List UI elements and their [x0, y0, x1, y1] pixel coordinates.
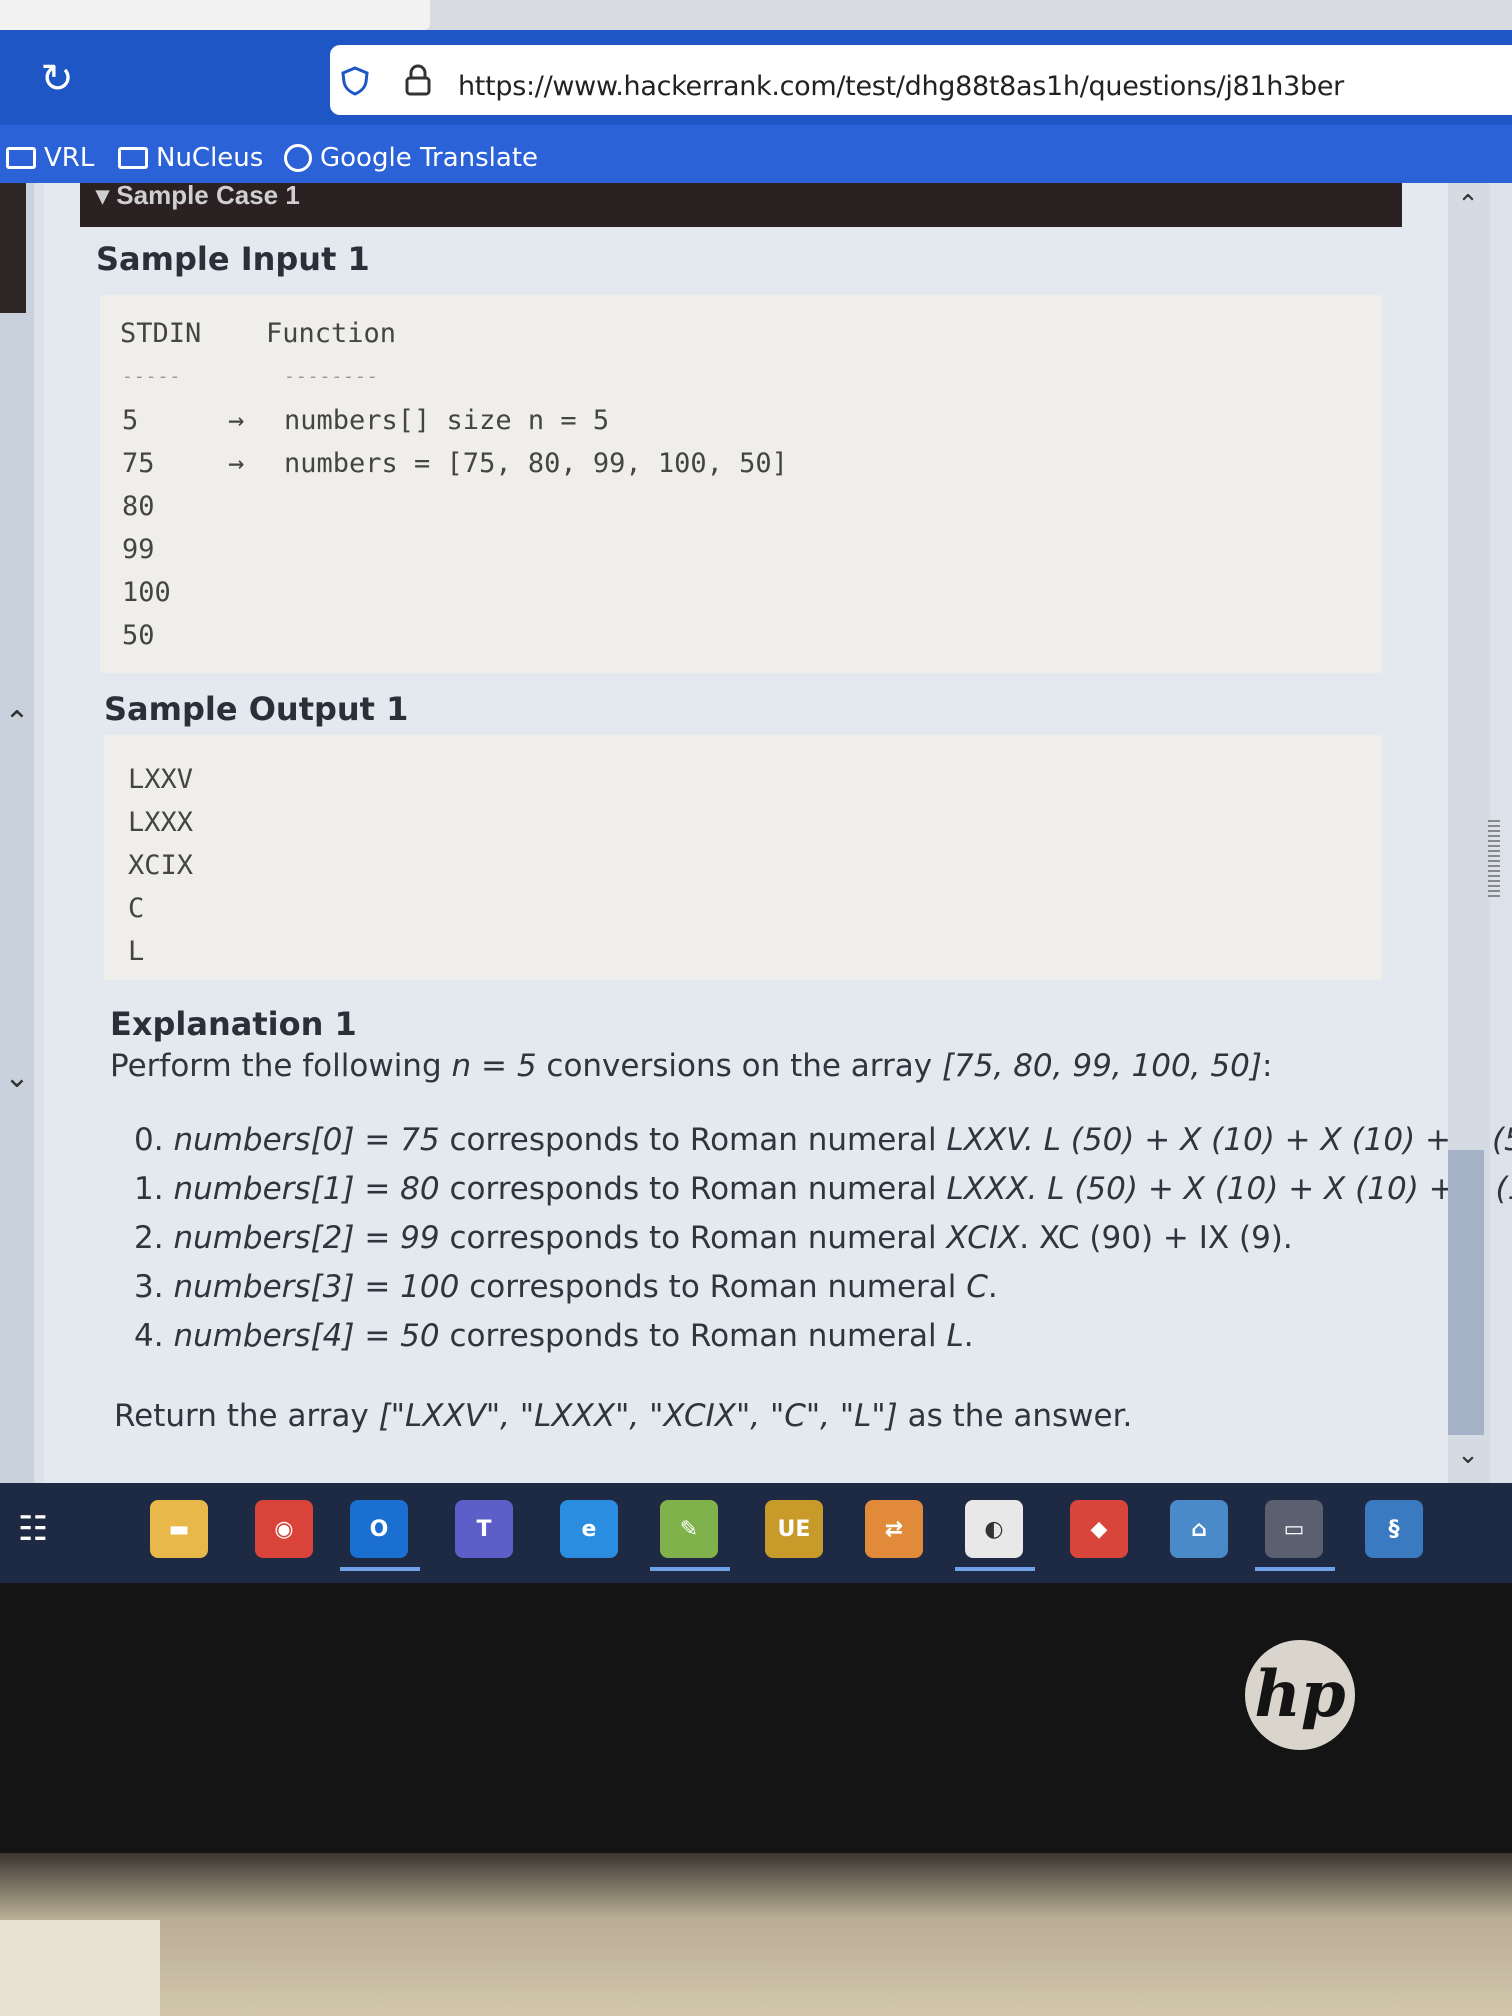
hp-logo: hp — [1245, 1640, 1355, 1750]
task-view-icon[interactable]: ☷ — [4, 1500, 62, 1558]
scrollbar-thumb[interactable] — [1448, 1150, 1484, 1435]
notepad-icon[interactable]: ✎ — [660, 1500, 718, 1558]
teams-icon[interactable]: T — [455, 1500, 513, 1558]
resize-grip[interactable] — [1488, 820, 1500, 900]
explanation-item: 2. numbers[2] = 99 corresponds to Roman … — [134, 1220, 1293, 1256]
arrow-icon: → — [228, 405, 245, 436]
bookmark-label: NuCleus — [156, 143, 264, 173]
function-text: numbers[] size n = 5 — [284, 405, 610, 436]
chevron-down-icon[interactable]: ⌄ — [2, 1060, 32, 1095]
arrow-icon: → — [228, 448, 245, 479]
running-indicator — [650, 1567, 730, 1571]
outlook-icon[interactable]: O — [350, 1500, 408, 1558]
desk-surface — [0, 1920, 160, 2016]
url-text[interactable]: https://www.hackerrank.com/test/dhg88t8a… — [458, 71, 1344, 102]
stdin-value: 75 — [122, 448, 155, 479]
sample-input-heading: Sample Input 1 — [96, 240, 370, 278]
function-dashes: -------- — [284, 366, 379, 387]
running-indicator — [955, 1567, 1035, 1571]
chrome-icon[interactable]: ◉ — [255, 1500, 313, 1558]
reload-icon[interactable]: ↻ — [36, 58, 78, 100]
app-icon[interactable]: ◆ — [1070, 1500, 1128, 1558]
transfer-icon[interactable]: ⇄ — [865, 1500, 923, 1558]
explanation-item: 4. numbers[4] = 50 corresponds to Roman … — [134, 1318, 974, 1354]
function-header: Function — [266, 318, 397, 349]
bookmark-nucleus[interactable]: NuCleus — [118, 140, 263, 176]
explanation-intro: Perform the following n = 5 conversions … — [110, 1048, 1273, 1084]
running-indicator — [340, 1567, 420, 1571]
stdin-dashes: ----- — [122, 366, 182, 387]
network-icon[interactable]: ⌂ — [1170, 1500, 1228, 1558]
chevron-up-icon[interactable]: ⌃ — [2, 705, 32, 740]
stdin-value: 99 — [122, 534, 155, 565]
lock-icon[interactable] — [405, 64, 431, 96]
explanation-item: 3. numbers[3] = 100 corresponds to Roman… — [134, 1269, 998, 1305]
bookmark-label: VRL — [44, 143, 95, 173]
bookmark-vrl[interactable]: VRL — [6, 140, 94, 176]
sample-input-box — [100, 295, 1382, 673]
stdin-value: 100 — [122, 577, 171, 608]
return-statement: Return the array ["LXXV", "LXXX", "XCIX"… — [114, 1398, 1133, 1434]
scroll-up-icon[interactable]: ⌃ — [1452, 190, 1484, 220]
explanation-item: 1. numbers[1] = 80 corresponds to Roman … — [134, 1171, 1512, 1207]
browser-tab[interactable] — [0, 0, 430, 30]
output-line: XCIX — [128, 850, 194, 881]
folder-icon — [118, 147, 148, 169]
laptop-body — [0, 1853, 1512, 2016]
output-line: L — [128, 936, 145, 967]
shield-icon[interactable] — [340, 66, 370, 96]
explanation-heading: Explanation 1 — [110, 1005, 357, 1043]
sample-output-box — [104, 735, 1382, 980]
browser-app-icon[interactable]: ◐ — [965, 1500, 1023, 1558]
bookmark-label: Google Translate — [320, 143, 539, 173]
stdin-value: 50 — [122, 620, 155, 651]
left-panel-edge — [0, 183, 34, 1493]
explanation-item: 0. numbers[0] = 75 corresponds to Roman … — [134, 1122, 1512, 1158]
output-line: LXXV — [128, 764, 194, 795]
scroll-down-icon[interactable]: ⌄ — [1452, 1440, 1484, 1470]
left-panel-dark — [0, 183, 26, 313]
stdin-value: 80 — [122, 491, 155, 522]
stdin-value: 5 — [122, 405, 139, 436]
function-text: numbers = [75, 80, 99, 100, 50] — [284, 448, 788, 479]
output-line: C — [128, 893, 145, 924]
terminal-icon[interactable]: ▭ — [1265, 1500, 1323, 1558]
output-line: LXXX — [128, 807, 194, 838]
running-indicator — [1255, 1567, 1335, 1571]
folder-icon — [6, 147, 36, 169]
bookmark-google-translate[interactable]: Google Translate — [284, 140, 538, 176]
stdin-header: STDIN — [120, 318, 202, 349]
sample-case-title[interactable]: ▾ Sample Case 1 — [96, 180, 300, 211]
ultraedit-icon[interactable]: UE — [765, 1500, 823, 1558]
sample-output-heading: Sample Output 1 — [104, 690, 409, 728]
file-explorer-icon[interactable]: ▬ — [150, 1500, 208, 1558]
python-icon[interactable]: § — [1365, 1500, 1423, 1558]
globe-icon — [284, 144, 312, 172]
internet-explorer-icon[interactable]: e — [560, 1500, 618, 1558]
